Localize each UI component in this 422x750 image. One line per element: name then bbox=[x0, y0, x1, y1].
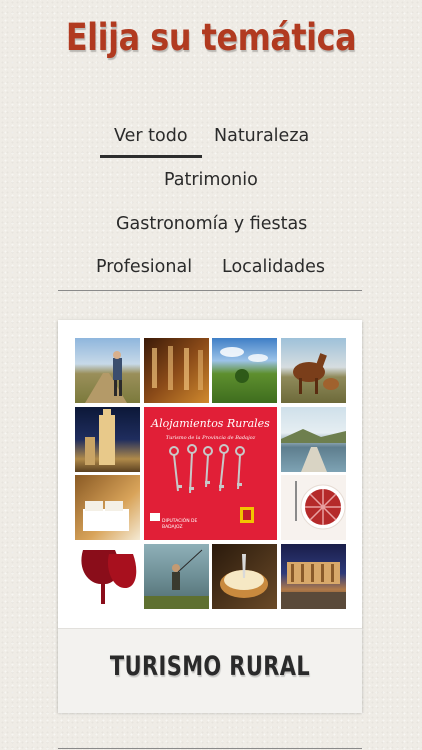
filter-profesional[interactable]: Profesional bbox=[96, 257, 192, 277]
torta-cheese-photo bbox=[212, 544, 277, 609]
turismo-rural-card[interactable]: Alojamientos Rurales Turismo de la Provi… bbox=[58, 320, 362, 713]
wine-glasses-photo bbox=[144, 338, 209, 403]
next-card-edge bbox=[58, 748, 362, 749]
cover-org: DIPUTACIÓN DE BADAJOZ bbox=[162, 519, 198, 530]
filter-ver-todo[interactable]: Ver todo bbox=[100, 126, 201, 158]
monument-night-photo bbox=[75, 407, 140, 472]
alojamientos-rurales-cover: Alojamientos Rurales Turismo de la Provi… bbox=[144, 407, 277, 540]
page-title: Elija su temática bbox=[65, 16, 357, 59]
hotel-room-photo bbox=[75, 475, 140, 540]
theme-filter-bar: Ver todo Naturaleza Patrimonio Gastronom… bbox=[58, 118, 362, 291]
hiker-photo bbox=[75, 338, 140, 403]
card-cover-collage: Alojamientos Rurales Turismo de la Provi… bbox=[75, 338, 346, 609]
roman-theatre-photo bbox=[281, 544, 346, 609]
card-title: TURISMO RURAL bbox=[109, 651, 311, 682]
filter-patrimonio[interactable]: Patrimonio bbox=[164, 170, 258, 190]
filter-gastronomia-fiestas[interactable]: Gastronomía y fiestas bbox=[116, 214, 307, 234]
lake-dock-photo bbox=[281, 407, 346, 472]
horses-photo bbox=[281, 338, 346, 403]
filter-naturaleza[interactable]: Naturaleza bbox=[214, 126, 309, 146]
jamon-plate-photo bbox=[281, 475, 346, 540]
red-wine-photo bbox=[75, 544, 140, 609]
fisherman-photo bbox=[144, 544, 209, 609]
card-footer: TURISMO RURAL bbox=[58, 628, 362, 713]
filter-localidades[interactable]: Localidades bbox=[222, 257, 325, 277]
meadow-photo bbox=[212, 338, 277, 403]
